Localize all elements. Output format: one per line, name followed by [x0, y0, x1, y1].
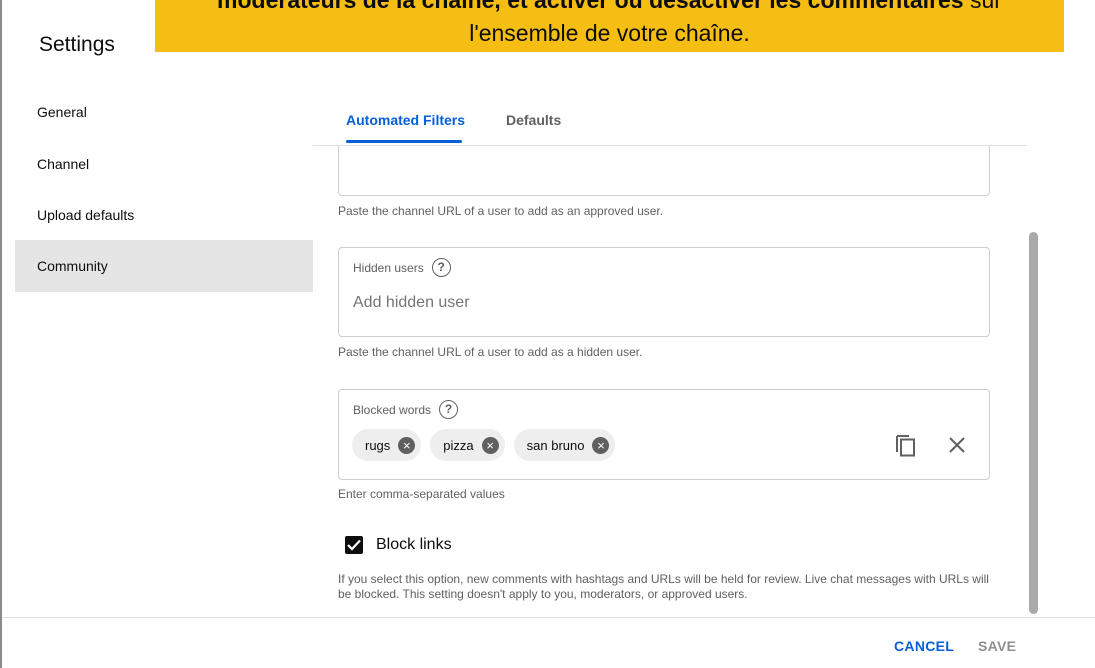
window-left-edge	[0, 0, 2, 668]
chip-label: pizza	[443, 437, 474, 453]
banner-line-1-rest: sur	[963, 0, 1002, 13]
settings-sidebar: General Channel Upload defaults Communit…	[15, 76, 313, 617]
sidebar-item-upload-defaults[interactable]: Upload defaults	[15, 189, 313, 241]
cancel-circle-icon[interactable]: ×	[592, 436, 610, 454]
sidebar-item-general[interactable]: General	[15, 86, 313, 138]
block-links-description: If you select this option, new comments …	[338, 572, 989, 601]
hidden-users-help: Paste the channel URL of a user to add a…	[338, 345, 643, 359]
settings-content: Automated Filters Defaults Paste the cha…	[313, 76, 1040, 617]
sidebar-item-community[interactable]: Community	[15, 240, 313, 292]
hidden-users-label: Hidden users ?	[353, 258, 451, 277]
chip-pizza: pizza ×	[430, 429, 505, 461]
dialog-title: Settings	[39, 33, 115, 56]
banner-line-1: modérateurs de la chaîne, et activer ou …	[155, 0, 1064, 14]
copy-icon[interactable]	[896, 433, 916, 457]
chip-san-bruno: san bruno ×	[513, 429, 616, 461]
hidden-users-field[interactable]: Hidden users ?	[338, 247, 990, 337]
tab-bar: Automated Filters Defaults	[313, 76, 1027, 146]
block-links-label: Block links	[376, 536, 452, 553]
cancel-circle-icon[interactable]: ×	[398, 436, 416, 454]
tab-defaults[interactable]: Defaults	[506, 112, 561, 128]
active-tab-indicator	[346, 140, 462, 143]
caption-banner: modérateurs de la chaîne, et activer ou …	[155, 0, 1064, 52]
block-links-checkbox[interactable]	[345, 536, 363, 554]
help-circle-icon[interactable]: ?	[431, 258, 451, 277]
sidebar-item-channel[interactable]: Channel	[15, 138, 313, 190]
save-button[interactable]: SAVE	[978, 638, 1016, 654]
scrollbar-thumb[interactable]	[1029, 232, 1038, 614]
chip-label: rugs	[365, 437, 391, 453]
hidden-users-input[interactable]	[353, 294, 853, 312]
blocked-words-chips: rugs × pizza × san bruno ×	[352, 429, 624, 461]
banner-line-1-bold: modérateurs de la chaîne, et activer ou …	[217, 0, 964, 13]
blocked-words-field[interactable]: Blocked words ? rugs × pizza × san bruno…	[338, 389, 990, 480]
block-links-row: Block links	[345, 536, 452, 554]
help-circle-icon[interactable]: ?	[439, 400, 459, 419]
blocked-words-label-text: Blocked words	[353, 402, 432, 417]
dialog-footer: CANCEL SAVE	[2, 617, 1095, 668]
close-icon[interactable]	[945, 433, 969, 457]
approved-users-help: Paste the channel URL of a user to add a…	[338, 204, 664, 218]
cancel-circle-icon[interactable]: ×	[481, 436, 499, 454]
chip-label: san bruno	[526, 437, 585, 453]
blocked-words-help: Enter comma-separated values	[338, 487, 505, 501]
tab-automated-filters[interactable]: Automated Filters	[346, 112, 465, 128]
hidden-users-label-text: Hidden users	[353, 260, 424, 275]
chip-rugs: rugs ×	[352, 429, 422, 461]
cancel-button[interactable]: CANCEL	[894, 638, 954, 654]
checkmark-icon	[347, 539, 361, 551]
banner-line-2: l'ensemble de votre chaîne.	[469, 20, 750, 46]
blocked-words-label: Blocked words ?	[353, 400, 459, 419]
